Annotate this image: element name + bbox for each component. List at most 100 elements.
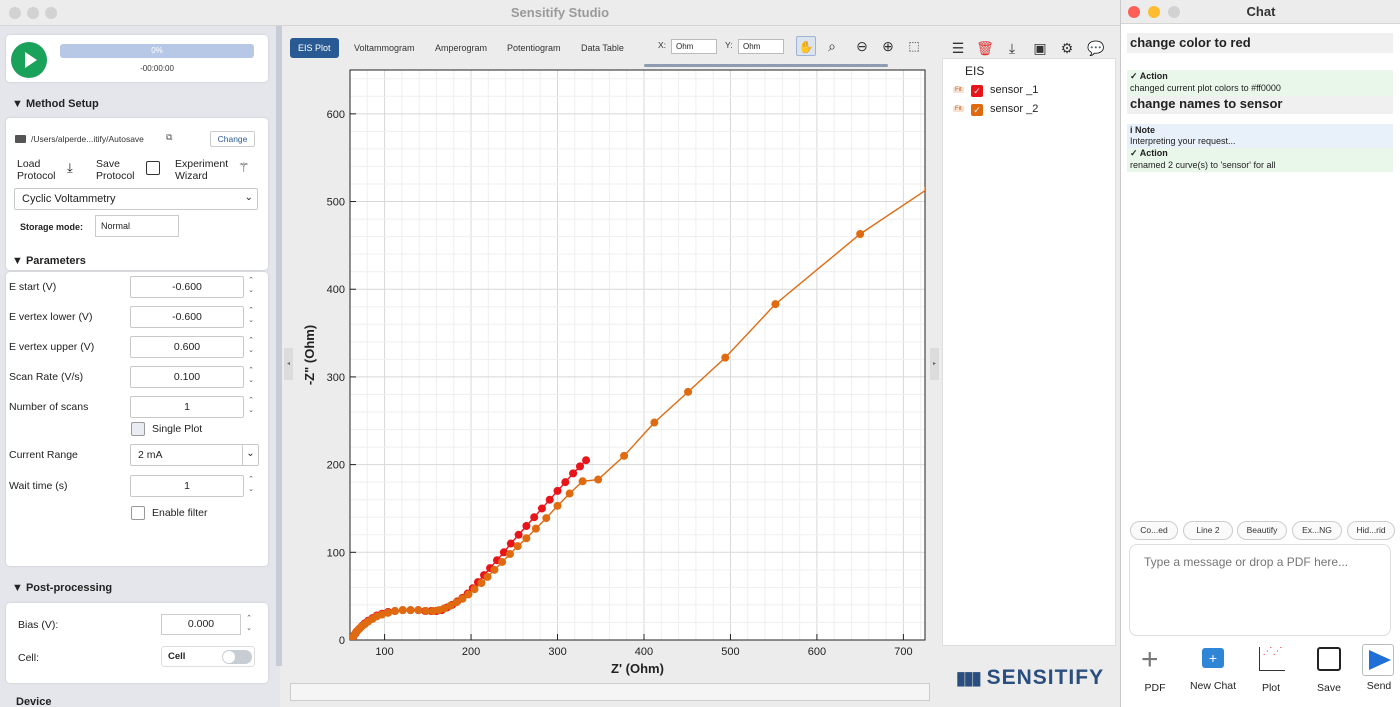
chevron-down-icon: ⌄ [244,192,253,203]
post-processing-header[interactable]: ▼ Post-processing [12,582,112,594]
e-vertex-upper-stepper[interactable]: ⌃ ⌄ [246,336,256,358]
folder-icon [15,135,26,143]
e-vertex-lower-input[interactable]: -0.600 [130,306,244,328]
note-heading: i Note [1130,125,1156,135]
parameters-title: Parameters [25,255,86,267]
pdf-button[interactable]: + [1125,645,1185,703]
chat-bubbles-icon[interactable]: 💬 [1086,38,1106,58]
suggestion-chip[interactable]: Line 2 [1183,521,1233,540]
legend-panel: EIS Fit ✓ sensor _1 Fit ✓ sensor _2 [942,58,1116,646]
data-point [390,607,399,616]
curve-visibility-checkbox[interactable]: ✓ [971,85,983,97]
e-vertex-lower-stepper[interactable]: ⌃ ⌄ [246,306,256,328]
data-point [771,300,780,309]
number-of-scans-stepper[interactable]: ⌃ ⌄ [246,396,256,418]
plot-button[interactable]: ⋰⋰ [1241,645,1301,703]
legend-item-label: sensor _2 [990,103,1039,115]
data-point [464,590,473,599]
window-title: Sensitify Studio [510,5,610,20]
e-start-stepper[interactable]: ⌃ ⌄ [246,276,256,298]
post-processing-card: Bias (V): 0.000 ⌃ ⌄ Cell: Cell [6,603,268,683]
open-external-icon[interactable]: ⧉ [166,132,172,143]
chat-message-input[interactable] [1129,544,1391,636]
load-protocol-button[interactable]: Load Protocol ⤓ [17,158,91,184]
suggestion-chip[interactable]: Beautify [1237,521,1287,540]
storage-mode-label: Storage mode: [20,222,84,232]
data-point [477,579,486,587]
method-setup-header[interactable]: ▼ Method Setup [12,98,99,110]
data-point [569,469,578,478]
bias-stepper[interactable]: ⌃ ⌄ [244,614,254,635]
suggestion-chip[interactable]: Hid...rid [1347,521,1395,540]
send-button[interactable] [1359,643,1399,703]
data-point [522,522,531,530]
toggle-switch [222,650,252,664]
action-text: changed current plot colors to #ff0000 [1130,83,1281,93]
fit-badge[interactable]: Fit [953,87,964,93]
enable-filter-checkbox[interactable] [131,506,145,520]
current-range-label: Current Range [9,449,78,461]
save-protocol-button[interactable]: Save Protocol [96,158,168,184]
run-card: 0% -00:00:00 [6,35,268,82]
status-bar [290,683,930,701]
data-point [483,572,492,581]
trash-icon[interactable]: 🗑 [975,38,995,58]
list-icon[interactable]: ☰ [948,38,968,58]
save-chat-button[interactable] [1299,645,1359,703]
data-point [542,514,551,523]
sensitify-logo: ▮▮▮ SENSITIFY [956,666,1104,690]
eis-chart[interactable]: 100 200 300 400 500 600 700 0 100 200 300 400 500 600… [284,26,939,676]
action-heading: ✓ Action [1130,71,1168,81]
data-point [414,606,423,615]
save-protocol-label: Save Protocol [96,158,135,182]
parameters-header[interactable]: ▼ Parameters [12,255,86,267]
new-chat-button[interactable]: + [1183,645,1243,703]
storage-mode-field[interactable]: Normal [95,215,179,237]
save-icon[interactable]: ▣ [1030,38,1050,58]
chat-titlebar: Chat [1121,0,1400,24]
suggestion-chip[interactable]: Co...ed [1130,521,1178,540]
left-scrollbar[interactable] [276,26,282,666]
scan-rate-input[interactable]: 0.100 [130,366,244,388]
chat-window: Chat change color to red ✓ Action change… [1120,0,1400,707]
wait-time-stepper[interactable]: ⌃ ⌄ [246,475,256,497]
wait-time-input[interactable]: 1 [130,475,244,497]
legend-item[interactable]: Fit ✓ sensor _1 [953,84,1103,100]
wait-time-label: Wait time (s) [9,480,68,492]
toggle-knob [223,651,235,663]
settings-gear-icon[interactable]: ⚙ [1057,38,1077,58]
play-button[interactable] [11,42,47,78]
data-point [537,504,546,513]
cell-toggle[interactable]: Cell [161,646,255,667]
chevron-down-icon: ⌄ [242,445,258,465]
number-of-scans-label: Number of scans [9,401,89,413]
single-plot-checkbox[interactable] [131,422,145,436]
new-chat-icon: + [1202,648,1224,668]
data-point [594,475,603,484]
data-point [856,229,865,238]
device-header[interactable]: Device [16,696,51,707]
data-point [531,524,540,533]
technique-select[interactable]: Cyclic Voltammetry ⌄ [14,188,258,210]
logo-bars-icon: ▮▮▮ [956,668,982,688]
curve-visibility-checkbox[interactable]: ✓ [971,104,983,116]
fit-badge[interactable]: Fit [953,106,964,112]
experiment-wizard-button[interactable]: Experiment Wizard ⚚ [175,158,259,184]
legend-item[interactable]: Fit ✓ sensor _2 [953,103,1103,119]
scan-rate-stepper[interactable]: ⌃ ⌄ [246,366,256,388]
current-range-select[interactable]: 2 mA ⌄ [130,444,259,466]
data-point [721,353,730,362]
change-path-button[interactable]: Change [210,131,255,147]
suggestion-chip[interactable]: Ex...NG [1292,521,1342,540]
e-start-input[interactable]: -0.600 [130,276,244,298]
download-icon[interactable]: ⤓ [1002,38,1022,58]
x-tick-label: 100 [375,646,393,658]
note-text: Interpreting your request... [1130,136,1236,146]
send-arrow-icon [1362,644,1394,676]
elapsed-time: -00:00:00 [140,64,174,73]
bias-input[interactable]: 0.000 [161,614,241,635]
brand-name: SENSITIFY [986,666,1105,689]
chat-message-action: ✓ Action changed current plot colors to … [1127,70,1393,96]
e-vertex-upper-input[interactable]: 0.600 [130,336,244,358]
number-of-scans-input[interactable]: 1 [130,396,244,418]
